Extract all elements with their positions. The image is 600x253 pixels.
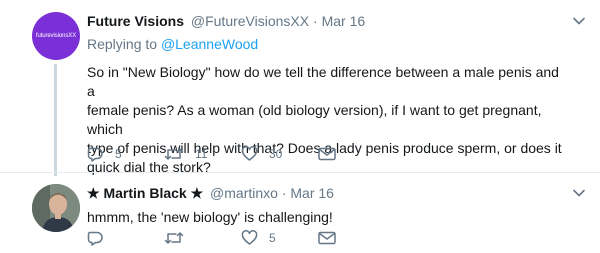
- tweet-actions: 5 11 30: [87, 146, 348, 162]
- tweet-actions: 5: [87, 230, 348, 246]
- reply-icon: [87, 147, 103, 162]
- avatar[interactable]: futurevisionsXX: [32, 12, 80, 60]
- tweet-text: hmmm, the 'new biology' is challenging!: [87, 208, 567, 227]
- tweet-date[interactable]: Mar 16: [290, 185, 334, 201]
- message-icon: [318, 147, 336, 161]
- like-button[interactable]: 30: [241, 146, 318, 162]
- retweet-icon: [164, 148, 184, 160]
- retweet-count: 11: [195, 147, 208, 161]
- message-icon: [318, 231, 336, 245]
- reply-count: 5: [115, 147, 122, 161]
- like-icon: [241, 230, 258, 245]
- like-icon: [241, 146, 258, 161]
- retweet-icon: [164, 232, 184, 244]
- user-handle[interactable]: @FutureVisionsXX: [191, 13, 309, 29]
- retweet-button[interactable]: 11: [164, 146, 241, 162]
- display-name[interactable]: ★ Martin Black ★: [87, 185, 203, 201]
- replying-to: Replying to @LeanneWood: [87, 36, 258, 52]
- avatar[interactable]: [32, 184, 80, 232]
- like-button[interactable]: 5: [241, 230, 318, 246]
- separator-dot: ·: [281, 185, 287, 201]
- retweet-button[interactable]: [164, 230, 241, 246]
- replying-mention-link[interactable]: @LeanneWood: [161, 36, 258, 52]
- thread-connector-line: [54, 64, 57, 176]
- chevron-down-icon[interactable]: [572, 186, 586, 200]
- reply-button[interactable]: 5: [87, 146, 164, 162]
- display-name[interactable]: Future Visions: [87, 13, 184, 29]
- chevron-down-icon[interactable]: [572, 14, 586, 28]
- like-count: 5: [269, 231, 276, 245]
- user-handle[interactable]: @martinxo: [210, 185, 278, 201]
- tweet-date[interactable]: Mar 16: [322, 13, 366, 29]
- tweet-header: ★ Martin Black ★ @martinxo · Mar 16: [87, 185, 334, 202]
- message-button[interactable]: [318, 147, 348, 161]
- replying-prefix: Replying to: [87, 36, 158, 52]
- tweet-future-visions[interactable]: futurevisionsXX Future Visions @FutureVi…: [0, 0, 600, 176]
- message-button[interactable]: [318, 231, 348, 245]
- tweet-text-line: hmmm, the 'new biology' is challenging!: [87, 209, 333, 225]
- reply-button[interactable]: [87, 230, 164, 246]
- tweet-text-line: So in "New Biology" how do we tell the d…: [87, 64, 559, 99]
- like-count: 30: [269, 147, 283, 161]
- tweet-martin-black[interactable]: ★ Martin Black ★ @martinxo · Mar 16 hmmm…: [0, 172, 600, 253]
- tweet-text-line: female penis? As a woman (old biology ve…: [87, 102, 542, 137]
- tweet-header: Future Visions @FutureVisionsXX · Mar 16: [87, 13, 365, 29]
- avatar-text: futurevisionsXX: [35, 33, 77, 39]
- reply-icon: [87, 231, 103, 246]
- separator-dot: ·: [313, 13, 318, 29]
